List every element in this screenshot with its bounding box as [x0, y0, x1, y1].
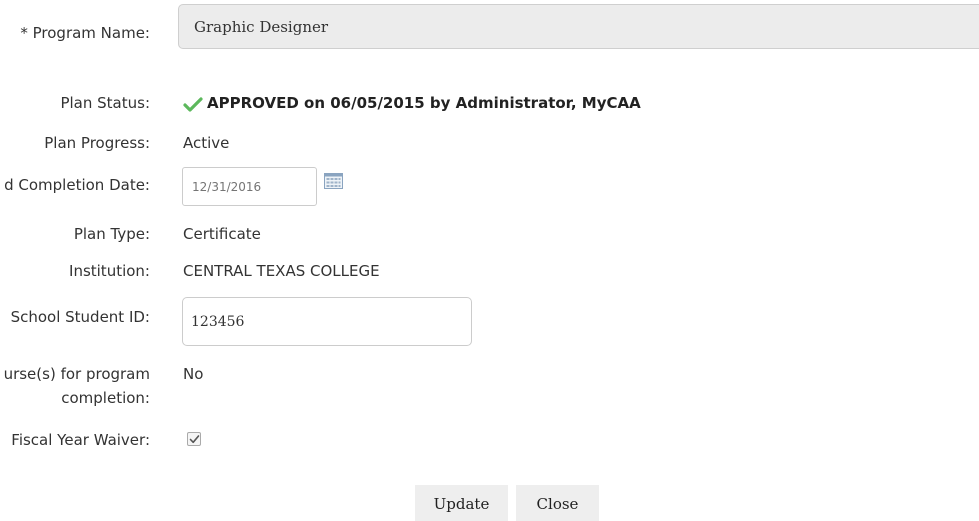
courses-value: No	[183, 365, 204, 383]
update-button[interactable]: Update	[415, 485, 508, 521]
plan-type-label: Plan Type:	[73, 225, 150, 243]
school-student-id-label: School Student ID:	[10, 308, 150, 326]
plan-status-label: Plan Status:	[60, 94, 150, 112]
fiscal-year-waiver-label: Fiscal Year Waiver:	[11, 431, 150, 449]
plan-type-value: Certificate	[183, 225, 261, 243]
plan-progress-value: Active	[183, 134, 230, 152]
plan-form: * Program Name: Plan Status: APPROVED on…	[0, 0, 979, 521]
check-icon	[183, 95, 203, 112]
calendar-icon[interactable]	[324, 173, 343, 189]
close-button[interactable]: Close	[516, 485, 599, 521]
plan-progress-label: Plan Progress:	[44, 134, 150, 152]
institution-value: CENTRAL TEXAS COLLEGE	[183, 262, 380, 280]
checkmark-icon	[189, 435, 200, 444]
program-name-label: * Program Name:	[20, 24, 150, 42]
program-name-input[interactable]	[178, 4, 979, 49]
courses-label-line1: urse(s) for program	[3, 365, 150, 383]
courses-label-line2: completion:	[61, 389, 150, 407]
completion-date-input[interactable]	[182, 167, 317, 206]
completion-date-label: d Completion Date:	[4, 176, 150, 194]
school-student-id-input[interactable]	[182, 297, 472, 346]
plan-status-text: APPROVED on 06/05/2015 by Administrator,…	[207, 94, 641, 112]
fiscal-year-waiver-checkbox[interactable]	[187, 432, 201, 446]
plan-status-value: APPROVED on 06/05/2015 by Administrator,…	[183, 91, 641, 115]
institution-label: Institution:	[69, 262, 150, 280]
